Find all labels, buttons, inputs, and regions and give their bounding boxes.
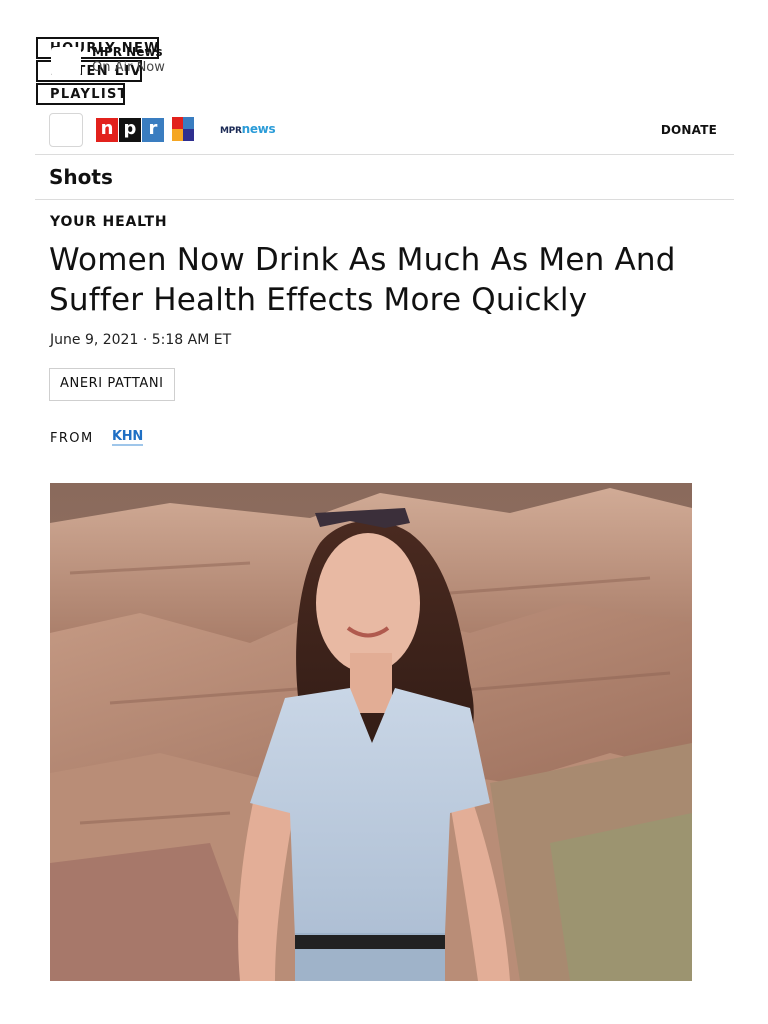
section-title[interactable]: Shots: [49, 165, 113, 189]
mpr-news-logo-suffix: news: [241, 122, 276, 136]
on-air-status: On Air Now: [92, 60, 165, 75]
brand-header: n p r MPRnews DONATE: [35, 112, 734, 155]
npr-logo-letter: p: [119, 118, 141, 142]
article-headline: Women Now Drink As Much As Men And Suffe…: [49, 242, 676, 318]
article-dateline: June 9, 2021 · 5:18 AM ET: [50, 332, 232, 348]
author-byline[interactable]: ANERI PATTANI: [49, 368, 175, 401]
npr-logo[interactable]: n p r: [96, 118, 164, 142]
station-name: MPR News: [92, 45, 163, 59]
audio-player: Hourly News Listen Live Playlist MPR New…: [0, 0, 768, 110]
brand-mosaic-icon[interactable]: [172, 117, 194, 141]
article-photo: [50, 483, 692, 981]
source-logo[interactable]: KHN: [112, 430, 143, 446]
article-kicker[interactable]: YOUR HEALTH: [50, 214, 167, 230]
playlist-button[interactable]: Playlist: [36, 83, 125, 105]
station-thumbnail-icon[interactable]: [51, 47, 81, 77]
article-photo-illustration: [50, 483, 692, 981]
section-bar: Shots: [35, 155, 734, 200]
donate-button[interactable]: DONATE: [661, 123, 717, 137]
mpr-news-logo[interactable]: MPRnews: [220, 122, 276, 136]
from-label: FROM: [50, 431, 94, 446]
npr-logo-letter: n: [96, 118, 118, 142]
menu-icon[interactable]: [49, 113, 83, 147]
mpr-news-logo-prefix: MPR: [220, 126, 242, 136]
npr-logo-letter: r: [142, 118, 164, 142]
